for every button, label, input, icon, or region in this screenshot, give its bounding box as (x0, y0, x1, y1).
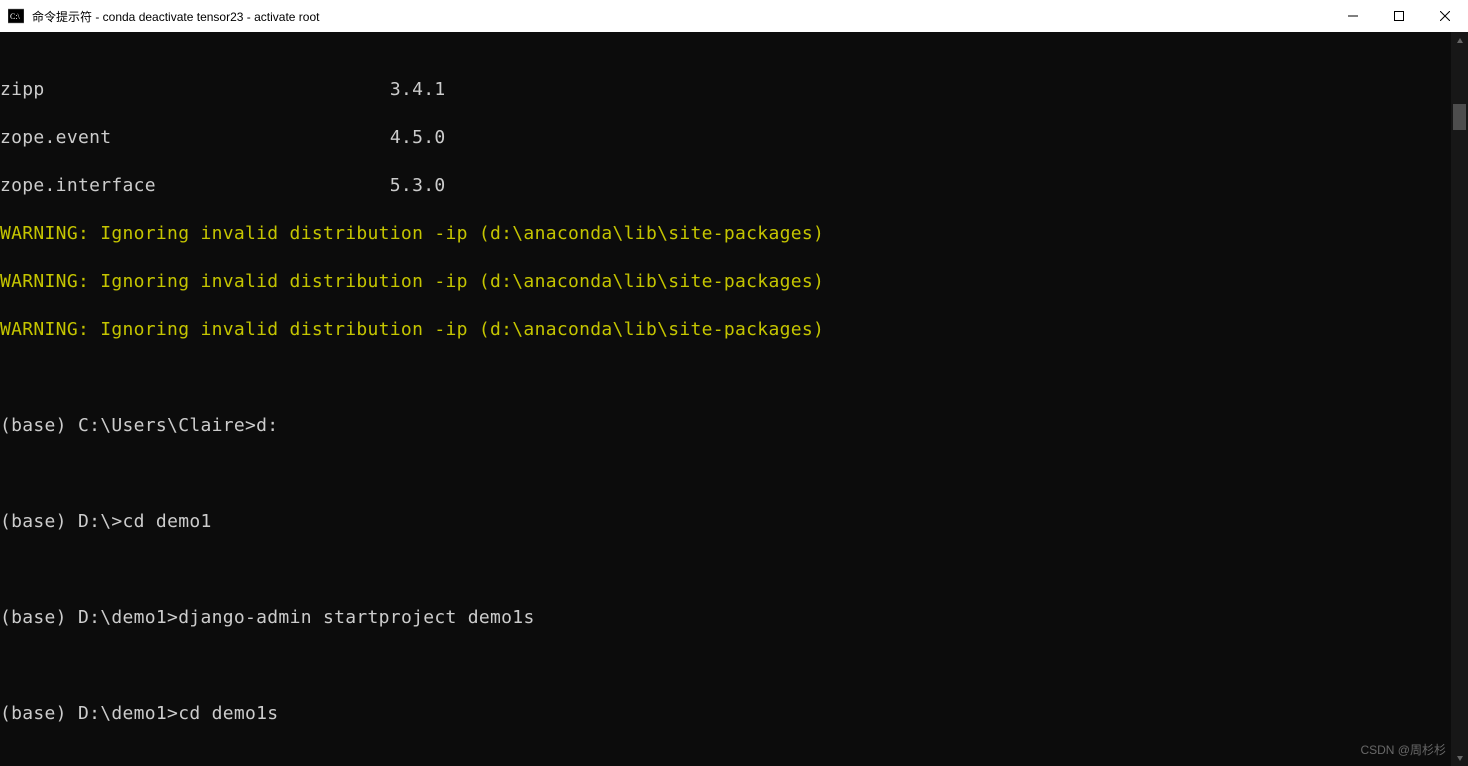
prompt-line: (base) D:\>cd demo1 (0, 510, 1468, 534)
prompt-line: (base) D:\demo1>cd demo1s (0, 702, 1468, 726)
prompt-prefix: (base) C:\Users\Claire> (0, 415, 256, 436)
titlebar: C:\ 命令提示符 - conda deactivate tensor23 - … (0, 0, 1468, 32)
blank-line (0, 366, 1468, 390)
maximize-button[interactable] (1376, 0, 1422, 32)
scrollbar-up-icon[interactable] (1451, 32, 1468, 49)
command-text: d: (256, 415, 278, 436)
terminal-area[interactable]: zipp 3.4.1 zope.event 4.5.0 zope.interfa… (0, 32, 1468, 766)
cmd-icon: C:\ (8, 8, 24, 24)
minimize-button[interactable] (1330, 0, 1376, 32)
prompt-line: (base) D:\demo1>django-admin startprojec… (0, 606, 1468, 630)
titlebar-controls (1330, 0, 1468, 32)
pkg-version: 3.4.1 (390, 79, 446, 100)
prompt-prefix: (base) D:\> (0, 511, 123, 532)
warning-line: WARNING: Ignoring invalid distribution -… (0, 222, 1468, 246)
blank-line (0, 462, 1468, 486)
scrollbar-thumb[interactable] (1453, 104, 1466, 130)
command-text: cd demo1 (123, 511, 212, 532)
prompt-prefix: (base) D:\demo1> (0, 607, 178, 628)
blank-line (0, 558, 1468, 582)
prompt-line: (base) C:\Users\Claire>d: (0, 414, 1468, 438)
pkg-name: zope.event (0, 127, 111, 148)
pkg-name: zope.interface (0, 175, 156, 196)
command-text: django-admin startproject demo1s (178, 607, 534, 628)
prompt-prefix: (base) D:\demo1> (0, 703, 178, 724)
blank-line (0, 750, 1468, 766)
pkg-version: 5.3.0 (390, 175, 446, 196)
scrollbar[interactable] (1451, 32, 1468, 766)
pkg-name: zipp (0, 79, 45, 100)
package-row: zipp 3.4.1 (0, 78, 1468, 102)
blank-line (0, 654, 1468, 678)
package-row: zope.event 4.5.0 (0, 126, 1468, 150)
warning-line: WARNING: Ignoring invalid distribution -… (0, 270, 1468, 294)
pkg-version: 4.5.0 (390, 127, 446, 148)
close-button[interactable] (1422, 0, 1468, 32)
svg-text:C:\: C:\ (10, 12, 21, 21)
terminal-content: zipp 3.4.1 zope.event 4.5.0 zope.interfa… (0, 32, 1468, 766)
scrollbar-down-icon[interactable] (1451, 749, 1468, 766)
window-title: 命令提示符 - conda deactivate tensor23 - acti… (32, 8, 319, 25)
titlebar-left: C:\ 命令提示符 - conda deactivate tensor23 - … (0, 8, 319, 25)
package-row: zope.interface 5.3.0 (0, 174, 1468, 198)
command-text: cd demo1s (178, 703, 278, 724)
warning-line: WARNING: Ignoring invalid distribution -… (0, 318, 1468, 342)
